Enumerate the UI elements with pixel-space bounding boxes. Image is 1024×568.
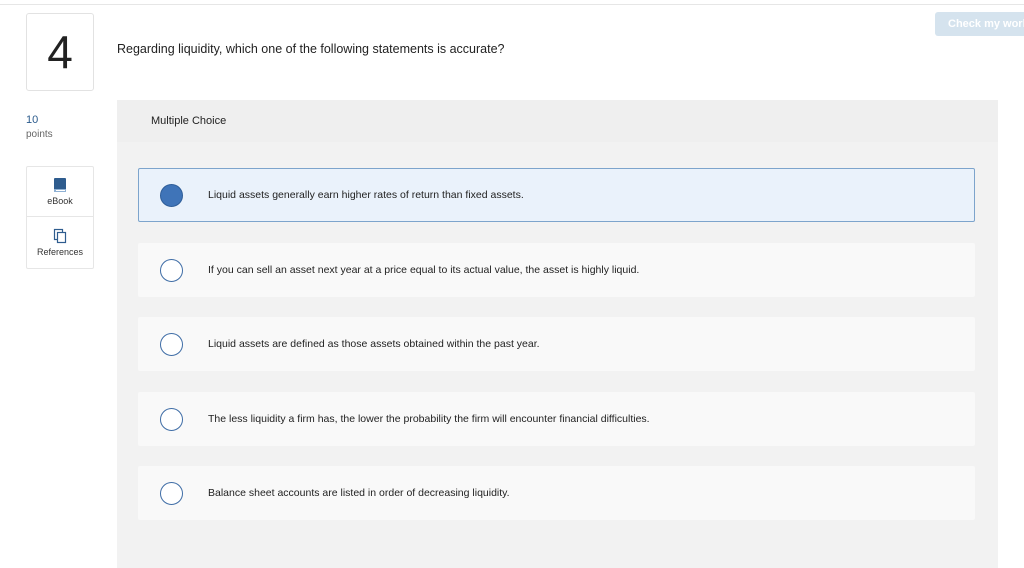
points-value: 10: [26, 114, 39, 126]
radio-button[interactable]: [160, 408, 183, 431]
points-label: points: [26, 129, 53, 140]
question-text: Regarding liquidity, which one of the fo…: [117, 42, 505, 56]
copy-icon: [53, 228, 67, 244]
radio-button[interactable]: [160, 184, 183, 207]
ebook-label: eBook: [47, 196, 73, 206]
option-text: Liquid assets are defined as those asset…: [208, 338, 540, 350]
panel-title: Multiple Choice: [151, 115, 227, 127]
answer-option[interactable]: Liquid assets generally earn higher rate…: [138, 168, 975, 222]
tools-panel: eBook References: [26, 166, 94, 269]
option-text: If you can sell an asset next year at a …: [208, 264, 640, 276]
check-my-work-button[interactable]: Check my work: [935, 12, 1024, 36]
option-text: Balance sheet accounts are listed in ord…: [208, 487, 510, 499]
references-label: References: [36, 247, 84, 257]
radio-button[interactable]: [160, 482, 183, 505]
answer-option[interactable]: Balance sheet accounts are listed in ord…: [138, 466, 975, 520]
references-button[interactable]: References: [27, 218, 93, 268]
book-icon: [54, 178, 66, 192]
question-number: 4: [26, 13, 94, 91]
answer-option[interactable]: Liquid assets are defined as those asset…: [138, 317, 975, 371]
radio-button[interactable]: [160, 333, 183, 356]
multiple-choice-panel: Multiple Choice Liquid assets generally …: [117, 100, 998, 568]
answer-option[interactable]: If you can sell an asset next year at a …: [138, 243, 975, 297]
radio-button[interactable]: [160, 259, 183, 282]
option-text: Liquid assets generally earn higher rate…: [208, 189, 524, 201]
ebook-button[interactable]: eBook: [27, 167, 93, 217]
top-divider: [0, 4, 1024, 5]
option-text: The less liquidity a firm has, the lower…: [208, 413, 650, 425]
page: Check my work 4 Regarding liquidity, whi…: [0, 0, 1024, 568]
answer-option[interactable]: The less liquidity a firm has, the lower…: [138, 392, 975, 446]
panel-header: Multiple Choice: [117, 100, 998, 142]
